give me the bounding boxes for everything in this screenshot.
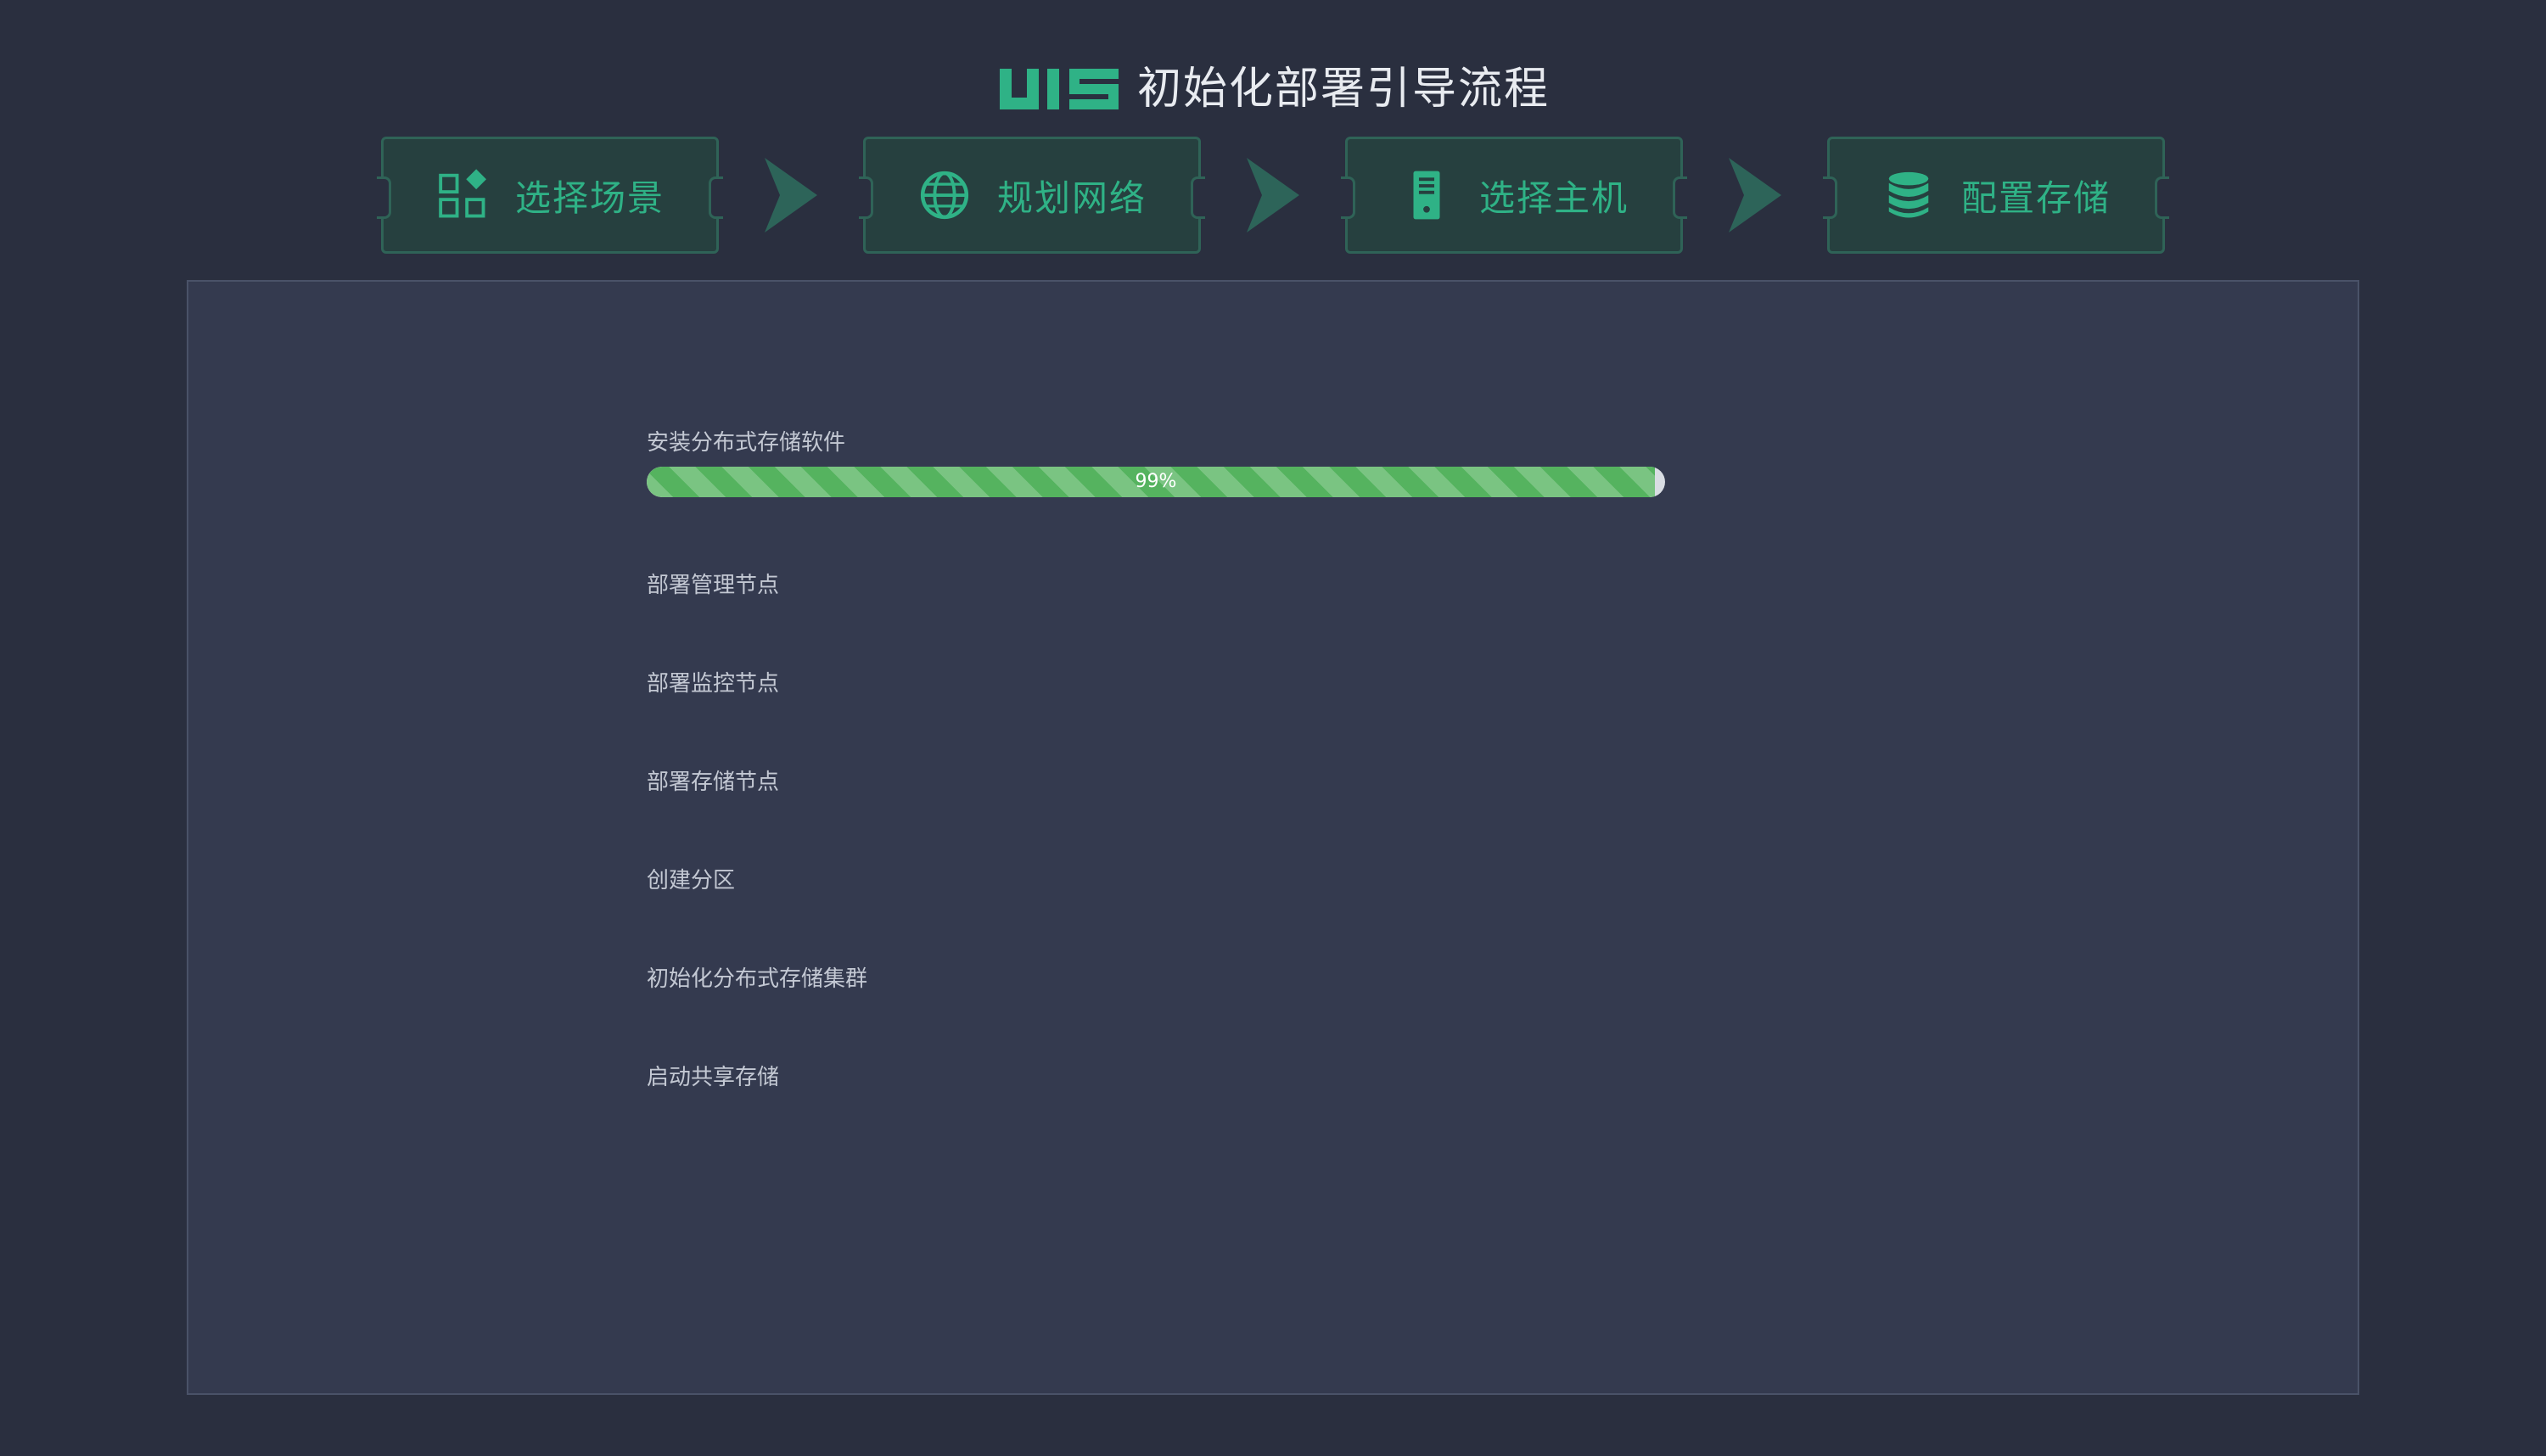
task-label: 初始化分布式存储集群 xyxy=(647,966,868,992)
task-label: 安装分布式存储软件 xyxy=(647,430,846,456)
globe-icon xyxy=(917,168,972,222)
task-label: 部署监控节点 xyxy=(647,671,780,697)
task-label: 部署管理节点 xyxy=(647,573,780,598)
chevron-right-icon xyxy=(1201,136,1345,255)
task-item-init-cluster: 初始化分布式存储集群 xyxy=(647,964,1682,1062)
task-item-deploy-monitor-node: 部署监控节点 xyxy=(647,669,1682,767)
uis-logo xyxy=(999,69,1119,109)
page-title: 初始化部署引导流程 xyxy=(1136,64,1550,115)
task-list: 安装分布式存储软件 99% 部署管理节点 部署监控节点 部署存储节点 创建分区 … xyxy=(647,428,1682,1161)
task-label: 启动共享存储 xyxy=(647,1065,780,1090)
step-label: 配置存储 xyxy=(1960,176,2111,219)
header: 初始化部署引导流程 xyxy=(0,53,2546,126)
task-label: 创建分区 xyxy=(647,868,736,893)
app-root: 初始化部署引导流程 选择场景 规划网络 选择主机 配置存储 安装分布式存储软件 … xyxy=(0,0,2546,1456)
step-select-host[interactable]: 选择主机 xyxy=(1341,137,1687,254)
progress-bar: 99% xyxy=(647,467,1665,497)
wizard-steps: 选择场景 规划网络 选择主机 配置存储 xyxy=(0,136,2546,255)
step-label: 选择场景 xyxy=(514,176,665,219)
task-item-deploy-management-node: 部署管理节点 xyxy=(647,570,1682,669)
step-configure-storage[interactable]: 配置存储 xyxy=(1823,137,2169,254)
chevron-right-icon xyxy=(719,136,863,255)
task-item-deploy-storage-node: 部署存储节点 xyxy=(647,767,1682,865)
apps-icon xyxy=(435,168,490,222)
step-plan-network[interactable]: 规划网络 xyxy=(859,137,1205,254)
step-select-scene[interactable]: 选择场景 xyxy=(377,137,723,254)
task-item-start-shared-storage: 启动共享存储 xyxy=(647,1062,1682,1161)
task-item-install-software: 安装分布式存储软件 99% xyxy=(647,428,1682,570)
step-label: 选择主机 xyxy=(1478,176,1629,219)
database-icon xyxy=(1881,168,1936,222)
progress-text: 99% xyxy=(1135,471,1177,492)
server-icon xyxy=(1399,168,1454,222)
chevron-right-icon xyxy=(1683,136,1827,255)
step-label: 规划网络 xyxy=(996,176,1147,219)
task-label: 部署存储节点 xyxy=(647,770,780,795)
task-item-create-partition: 创建分区 xyxy=(647,865,1682,964)
deployment-panel: 安装分布式存储软件 99% 部署管理节点 部署监控节点 部署存储节点 创建分区 … xyxy=(187,280,2359,1395)
